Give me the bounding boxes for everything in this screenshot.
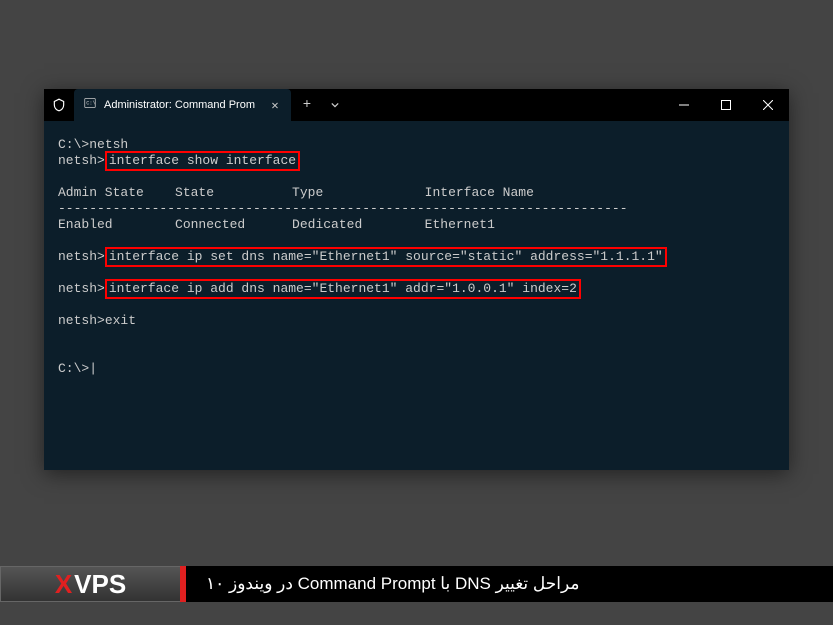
window-controls (663, 89, 789, 121)
minimize-button[interactable] (663, 89, 705, 121)
terminal-line: C:\>| (58, 361, 775, 377)
terminal-line (58, 329, 775, 345)
footer: X VPS مراحل تغییر DNS با Command Prompt … (0, 566, 833, 602)
logo-vps: VPS (74, 569, 126, 600)
maximize-button[interactable] (705, 89, 747, 121)
caption-text: مراحل تغییر DNS با Command Prompt در وین… (186, 566, 833, 602)
shield-icon (44, 89, 74, 121)
terminal-line: netsh>interface ip add dns name="Etherne… (58, 281, 775, 297)
command-prompt-icon: C:\ (84, 97, 96, 113)
highlighted-command: interface ip set dns name="Ethernet1" so… (105, 247, 667, 267)
svg-text:C:\: C:\ (86, 101, 95, 107)
table-header: Admin State State Type Interface Name (58, 185, 775, 201)
terminal-line (58, 169, 775, 185)
close-button[interactable] (747, 89, 789, 121)
terminal-line (58, 345, 775, 361)
logo: X VPS (0, 566, 180, 602)
terminal-line: netsh>interface ip set dns name="Etherne… (58, 249, 775, 265)
tab-dropdown-button[interactable] (323, 89, 347, 121)
terminal-line (58, 297, 775, 313)
terminal-line: netsh>interface show interface (58, 153, 775, 169)
active-tab[interactable]: C:\ Administrator: Command Prom ✕ (74, 89, 291, 121)
terminal-content[interactable]: C:\>netsh netsh>interface show interface… (44, 121, 789, 393)
cursor: | (89, 361, 97, 377)
table-separator: ----------------------------------------… (58, 201, 775, 217)
highlighted-command: interface show interface (105, 151, 300, 171)
new-tab-button[interactable]: + (291, 89, 323, 121)
titlebar: C:\ Administrator: Command Prom ✕ + (44, 89, 789, 121)
table-row: Enabled Connected Dedicated Ethernet1 (58, 217, 775, 233)
tab-title: Administrator: Command Prom (104, 99, 255, 111)
logo-x: X (55, 569, 72, 600)
terminal-line: netsh>exit (58, 313, 775, 329)
terminal-window: C:\ Administrator: Command Prom ✕ + C:\>… (44, 89, 789, 470)
highlighted-command: interface ip add dns name="Ethernet1" ad… (105, 279, 581, 299)
tab-close-button[interactable]: ✕ (267, 97, 283, 113)
